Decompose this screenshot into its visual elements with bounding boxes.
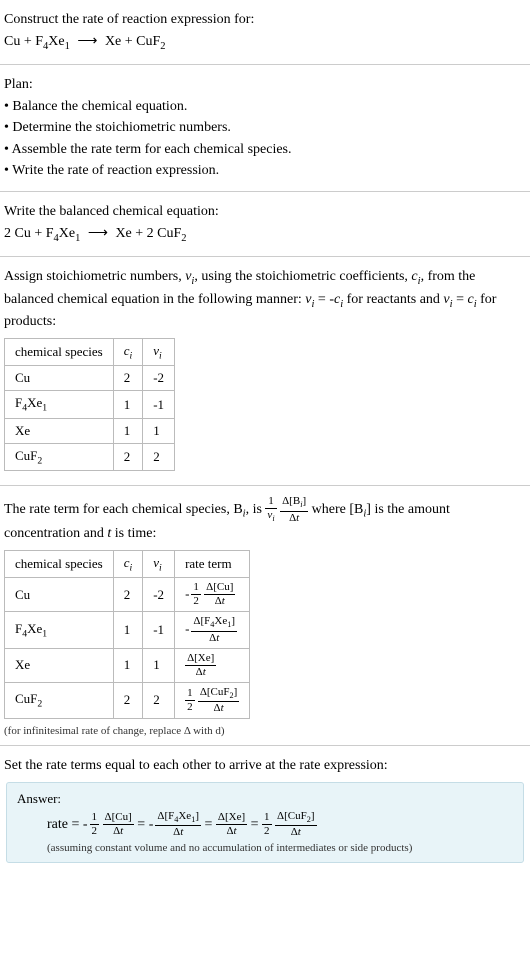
assign-text: Assign stoichiometric numbers, νi, using…: [4, 267, 526, 332]
th-vi: νi: [143, 338, 175, 366]
prompt-title: Construct the rate of reaction expressio…: [4, 10, 526, 30]
plan-section: Plan: • Balance the chemical equation. •…: [0, 65, 530, 192]
txt: for reactants and: [343, 292, 443, 307]
txt: Assign stoichiometric numbers,: [4, 269, 185, 284]
cell-c: 1: [113, 648, 143, 682]
cell-v: 2: [143, 443, 175, 471]
th-ci: ci: [113, 338, 143, 366]
cell-c: 2: [113, 578, 143, 612]
answer-expression: rate = -12 Δ[Cu]Δt = -Δ[F4Xe1]Δt = Δ[Xe]…: [47, 811, 513, 838]
plan-item: • Assemble the rate term for each chemic…: [4, 140, 526, 160]
rateterm-text: The rate term for each chemical species,…: [4, 496, 526, 543]
balanced-section: Write the balanced chemical equation: 2 …: [0, 192, 530, 257]
txt: The rate term for each chemical species,…: [4, 502, 243, 517]
cell-c: 1: [113, 418, 143, 443]
cell-species: CuF2: [5, 443, 114, 471]
bal-rhs: Xe + 2 CuF2: [115, 226, 186, 241]
txt: , is: [246, 502, 266, 517]
frac: Δ[Bi]Δt: [280, 496, 308, 523]
cell-c: 1: [113, 391, 143, 419]
final-title: Set the rate terms equal to each other t…: [4, 756, 526, 776]
final-section: Set the rate terms equal to each other t…: [0, 746, 530, 875]
table-row: Xe 1 1: [5, 418, 175, 443]
table-row: CuF2 2 2: [5, 443, 175, 471]
cell-v: -2: [143, 366, 175, 391]
cell-rate: -12 Δ[Cu]Δt: [175, 578, 250, 612]
cell-c: 2: [113, 682, 143, 718]
arrow-icon: ⟶: [77, 32, 97, 52]
cell-v: -1: [143, 391, 175, 419]
eq-rhs: Xe + CuF2: [105, 34, 166, 49]
rateterm-section: The rate term for each chemical species,…: [0, 486, 530, 746]
cell-species: F4Xe1: [5, 612, 114, 648]
answer-label: Answer:: [17, 791, 513, 807]
table-header-row: chemical species ci νi rate term: [5, 550, 250, 578]
plan-item: • Write the rate of reaction expression.: [4, 161, 526, 181]
stoich-table: chemical species ci νi Cu 2 -2 F4Xe1 1 -…: [4, 338, 175, 472]
arrow-icon: ⟶: [88, 224, 108, 244]
prompt-equation: Cu + F4Xe1 ⟶ Xe + CuF2: [4, 32, 526, 54]
th-ci: ci: [113, 550, 143, 578]
cell-v: 2: [143, 682, 175, 718]
cell-species: F4Xe1: [5, 391, 114, 419]
balanced-title: Write the balanced chemical equation:: [4, 202, 526, 222]
table-row: Cu 2 -2: [5, 366, 175, 391]
plan-item: • Balance the chemical equation.: [4, 97, 526, 117]
cell-species: Xe: [5, 418, 114, 443]
th-species: chemical species: [5, 550, 114, 578]
table-row: Cu 2 -2 -12 Δ[Cu]Δt: [5, 578, 250, 612]
prompt-section: Construct the rate of reaction expressio…: [0, 0, 530, 65]
cell-species: Cu: [5, 578, 114, 612]
frac: 1νi: [265, 496, 276, 523]
assign-section: Assign stoichiometric numbers, νi , using…: [0, 257, 530, 486]
table-row: Xe 1 1 Δ[Xe]Δt: [5, 648, 250, 682]
cell-species: CuF2: [5, 682, 114, 718]
cell-species: Cu: [5, 366, 114, 391]
table-row: CuF2 2 2 12 Δ[CuF2]Δt: [5, 682, 250, 718]
cell-c: 1: [113, 612, 143, 648]
cell-rate: 12 Δ[CuF2]Δt: [175, 682, 250, 718]
th-species: chemical species: [5, 338, 114, 366]
table-row: F4Xe1 1 -1 -Δ[F4Xe1]Δt: [5, 612, 250, 648]
cell-rate: Δ[Xe]Δt: [175, 648, 250, 682]
txt: where [B: [312, 502, 364, 517]
table-row: F4Xe1 1 -1: [5, 391, 175, 419]
plan-item: • Determine the stoichiometric numbers.: [4, 118, 526, 138]
cell-v: 1: [143, 648, 175, 682]
cell-rate: -Δ[F4Xe1]Δt: [175, 612, 250, 648]
eq-lhs: Cu + F4Xe1: [4, 34, 70, 49]
plan-title: Plan:: [4, 75, 526, 95]
footnote: (for infinitesimal rate of change, repla…: [4, 725, 526, 737]
bal-lhs: 2 Cu + F4Xe1: [4, 226, 80, 241]
cell-v: -1: [143, 612, 175, 648]
cell-c: 2: [113, 443, 143, 471]
balanced-equation: 2 Cu + F4Xe1 ⟶ Xe + 2 CuF2: [4, 224, 526, 246]
rateterm-table: chemical species ci νi rate term Cu 2 -2…: [4, 550, 250, 719]
rate-label: rate =: [47, 817, 83, 832]
answer-note: (assuming constant volume and no accumul…: [47, 842, 513, 854]
cell-species: Xe: [5, 648, 114, 682]
txt: is time:: [111, 526, 156, 541]
answer-box: Answer: rate = -12 Δ[Cu]Δt = -Δ[F4Xe1]Δt…: [6, 782, 524, 863]
cell-v: -2: [143, 578, 175, 612]
cell-c: 2: [113, 366, 143, 391]
cell-v: 1: [143, 418, 175, 443]
table-header-row: chemical species ci νi: [5, 338, 175, 366]
th-vi: νi: [143, 550, 175, 578]
th-rate: rate term: [175, 550, 250, 578]
txt: , using the stoichiometric coefficients,: [194, 269, 411, 284]
